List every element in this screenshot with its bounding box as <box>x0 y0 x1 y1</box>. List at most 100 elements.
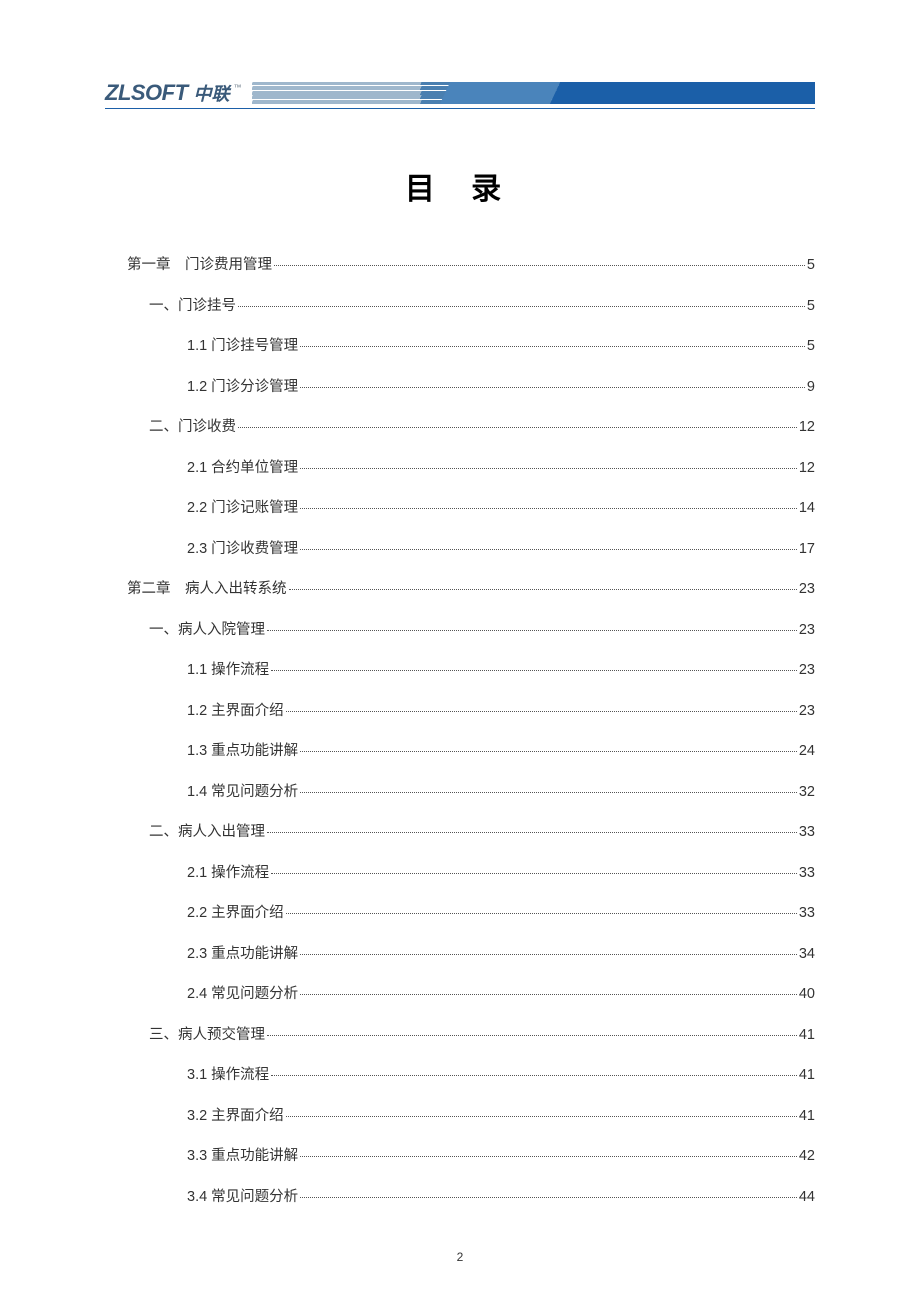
toc-entry-title: 1.2 门诊分诊管理 <box>187 380 298 395</box>
toc-entry-title: 1.4 常见问题分析 <box>187 785 298 800</box>
page-number: 2 <box>0 1250 920 1264</box>
toc-entry[interactable]: 第二章病人入出转系统 23 <box>105 582 815 597</box>
toc-entry-title: 一、病人入院管理 <box>149 623 265 638</box>
toc-entry[interactable]: 2.3 门诊收费管理 17 <box>105 542 815 557</box>
toc-entry-title: 2.2 主界面介绍 <box>187 906 284 921</box>
toc-entry-page: 33 <box>799 825 815 840</box>
toc-leader-dots <box>271 670 797 671</box>
toc-entry-title: 二、病人入出管理 <box>149 825 265 840</box>
toc-entry-page: 23 <box>799 663 815 678</box>
toc-entry-page: 41 <box>799 1028 815 1043</box>
toc-leader-dots <box>300 1156 797 1157</box>
toc-entry-title: 二、门诊收费 <box>149 420 236 435</box>
toc-entry-title: 2.2 门诊记账管理 <box>187 501 298 516</box>
toc-entry-title: 3.3 重点功能讲解 <box>187 1149 298 1164</box>
toc-leader-dots <box>300 468 797 469</box>
toc-entry-page: 23 <box>799 623 815 638</box>
toc-entry[interactable]: 1.4 常见问题分析 32 <box>105 785 815 800</box>
toc-leader-dots <box>286 913 797 914</box>
toc-leader-dots <box>300 1197 797 1198</box>
toc-leader-dots <box>300 508 797 509</box>
toc-leader-dots <box>300 792 797 793</box>
toc-chapter-label: 第二章 <box>127 582 185 597</box>
toc-entry[interactable]: 3.4 常见问题分析 44 <box>105 1190 815 1205</box>
toc-entry[interactable]: 1.2 主界面介绍 23 <box>105 704 815 719</box>
toc-entry[interactable]: 1.3 重点功能讲解 24 <box>105 744 815 759</box>
toc-entry-page: 34 <box>799 947 815 962</box>
toc-entry-page: 5 <box>807 299 815 314</box>
toc-entry-page: 33 <box>799 906 815 921</box>
toc-entry-page: 23 <box>799 582 815 597</box>
toc-leader-dots <box>300 387 805 388</box>
toc-leader-dots <box>300 751 797 752</box>
toc-leader-dots <box>289 589 797 590</box>
toc-entry-page: 32 <box>799 785 815 800</box>
toc-entry-page: 12 <box>799 420 815 435</box>
toc-entry-page: 44 <box>799 1190 815 1205</box>
toc-entry[interactable]: 2.1 操作流程33 <box>105 866 815 881</box>
table-of-contents: 第一章门诊费用管理5一、门诊挂号51.1 门诊挂号管理51.2 门诊分诊管理9二… <box>105 258 815 1204</box>
toc-entry[interactable]: 2.3 重点功能讲解 34 <box>105 947 815 962</box>
toc-leader-dots <box>300 346 805 347</box>
document-page: ZLSOFT 中联 ™ 目 录 第一章门诊费用管理5一、门诊挂号51.1 门诊挂… <box>0 0 920 1270</box>
toc-leader-dots <box>271 1075 797 1076</box>
toc-entry-title: 2.4 常见问题分析 <box>187 987 298 1002</box>
toc-leader-dots <box>300 549 797 550</box>
toc-entry[interactable]: 第一章门诊费用管理 5 <box>105 258 815 273</box>
toc-entry[interactable]: 2.4 常见问题分析 40 <box>105 987 815 1002</box>
toc-entry-title: 1.3 重点功能讲解 <box>187 744 298 759</box>
toc-entry[interactable]: 一、门诊挂号 5 <box>105 299 815 314</box>
toc-entry-title: 2.1 操作流程 <box>187 866 269 881</box>
toc-entry-page: 24 <box>799 744 815 759</box>
toc-leader-dots <box>286 1116 797 1117</box>
toc-leader-dots <box>267 630 797 631</box>
toc-entry-title: 门诊费用管理 <box>185 258 272 273</box>
toc-entry-title: 3.2 主界面介绍 <box>187 1109 284 1124</box>
toc-leader-dots <box>286 711 797 712</box>
toc-entry-title: 2.3 门诊收费管理 <box>187 542 298 557</box>
toc-entry-page: 40 <box>799 987 815 1002</box>
toc-entry[interactable]: 2.2 主界面介绍 33 <box>105 906 815 921</box>
page-header: ZLSOFT 中联 ™ <box>105 80 815 109</box>
toc-entry[interactable]: 一、病人入院管理 23 <box>105 623 815 638</box>
toc-entry-title: 病人入出转系统 <box>185 582 287 597</box>
toc-entry-page: 5 <box>807 258 815 273</box>
toc-entry-page: 5 <box>807 339 815 354</box>
toc-entry[interactable]: 3.2 主界面介绍 41 <box>105 1109 815 1124</box>
toc-chapter-label: 第一章 <box>127 258 185 273</box>
toc-entry[interactable]: 2.2 门诊记账管理 14 <box>105 501 815 516</box>
toc-entry[interactable]: 三、病人预交管理 41 <box>105 1028 815 1043</box>
toc-entry[interactable]: 3.1 操作流程 41 <box>105 1068 815 1083</box>
toc-entry-title: 三、病人预交管理 <box>149 1028 265 1043</box>
toc-leader-dots <box>274 265 805 266</box>
toc-entry[interactable]: 1.2 门诊分诊管理 9 <box>105 380 815 395</box>
toc-entry[interactable]: 1.1 操作流程 23 <box>105 663 815 678</box>
toc-entry-page: 9 <box>807 380 815 395</box>
toc-entry[interactable]: 2.1 合约单位管理12 <box>105 461 815 476</box>
toc-entry[interactable]: 二、病人入出管理 33 <box>105 825 815 840</box>
toc-entry-title: 3.1 操作流程 <box>187 1068 269 1083</box>
toc-entry-title: 3.4 常见问题分析 <box>187 1190 298 1205</box>
toc-leader-dots <box>267 1035 797 1036</box>
header-stripe-decoration <box>252 82 815 104</box>
page-title: 目 录 <box>105 164 815 208</box>
toc-entry-title: 1.2 主界面介绍 <box>187 704 284 719</box>
toc-entry-page: 42 <box>799 1149 815 1164</box>
toc-leader-dots <box>271 873 797 874</box>
toc-entry-title: 2.1 合约单位管理 <box>187 461 298 476</box>
toc-leader-dots <box>267 832 797 833</box>
toc-entry-page: 41 <box>799 1068 815 1083</box>
toc-entry-page: 23 <box>799 704 815 719</box>
toc-entry-page: 14 <box>799 501 815 516</box>
toc-entry-page: 41 <box>799 1109 815 1124</box>
toc-entry-title: 1.1 操作流程 <box>187 663 269 678</box>
toc-leader-dots <box>300 954 797 955</box>
toc-entry[interactable]: 二、门诊收费 12 <box>105 420 815 435</box>
toc-entry-page: 17 <box>799 542 815 557</box>
trademark-icon: ™ <box>234 83 242 92</box>
toc-entry[interactable]: 3.3 重点功能讲解 42 <box>105 1149 815 1164</box>
toc-entry-title: 一、门诊挂号 <box>149 299 236 314</box>
toc-leader-dots <box>238 306 805 307</box>
toc-entry-title: 2.3 重点功能讲解 <box>187 947 298 962</box>
toc-entry[interactable]: 1.1 门诊挂号管理5 <box>105 339 815 354</box>
